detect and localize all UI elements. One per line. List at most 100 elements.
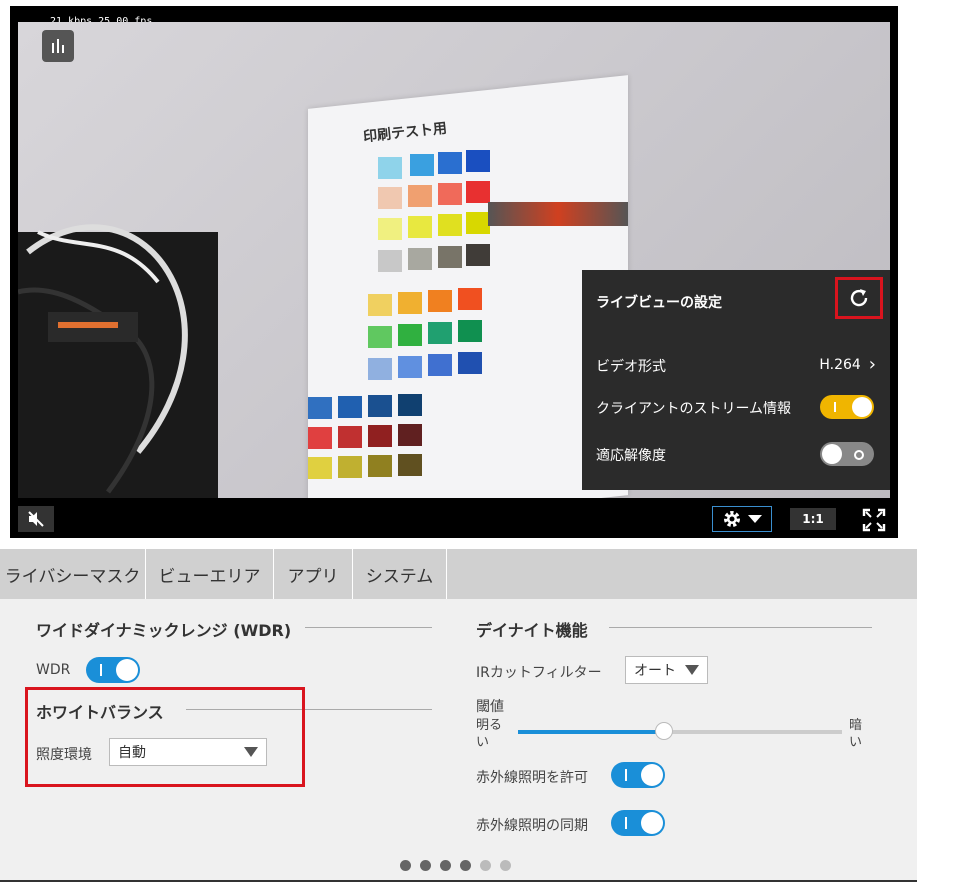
highlight-box (25, 687, 305, 787)
pagination-dot[interactable] (460, 860, 471, 871)
swatch (458, 288, 482, 310)
video-format-label: ビデオ形式 (596, 359, 666, 375)
toggle-knob (641, 812, 663, 834)
swatch (398, 292, 422, 314)
threshold-slider-handle[interactable] (654, 722, 673, 740)
ir-cut-filter-label: IRカットフィルター (476, 665, 602, 681)
toggle-on-mark (625, 817, 627, 829)
swatch (338, 426, 362, 448)
swatch (308, 427, 332, 449)
toggle-off-mark (854, 450, 864, 460)
toggle-on-mark (625, 769, 627, 781)
adaptive-resolution-label: 適応解像度 (596, 448, 666, 464)
pagination-dot[interactable] (400, 860, 411, 871)
dark-label-cont: い (849, 735, 863, 750)
swatch (428, 290, 452, 312)
toggle-knob (822, 444, 842, 464)
adaptive-resolution-toggle[interactable] (820, 442, 874, 466)
swatch (378, 218, 402, 240)
swatch (368, 358, 392, 380)
swatch (308, 457, 332, 479)
settings-button[interactable] (712, 506, 772, 532)
settings-tabs: ライバシーマスク ビューエリア アプリ システム (0, 549, 917, 599)
swatch (378, 187, 402, 209)
swatch (378, 250, 402, 272)
swatch (438, 246, 462, 268)
toggle-knob (641, 764, 663, 786)
pagination-dot[interactable] (480, 860, 491, 871)
swatch (398, 356, 422, 378)
mute-button[interactable] (18, 506, 54, 532)
swatch (428, 354, 452, 376)
muted-speaker-icon (28, 511, 44, 527)
refresh-icon (850, 289, 868, 307)
aspect-ratio-button[interactable]: 1:1 (790, 508, 836, 530)
pagination-dot[interactable] (500, 860, 511, 871)
stream-stats-button[interactable] (42, 30, 74, 62)
ir-sync-toggle[interactable] (611, 810, 665, 836)
pagination-dot[interactable] (420, 860, 431, 871)
wdr-toggle[interactable] (86, 657, 140, 683)
reset-button[interactable] (835, 277, 883, 319)
chevron-down-icon (748, 515, 762, 523)
toggle-on-mark (100, 664, 102, 676)
swatch (338, 396, 362, 418)
swatch (398, 324, 422, 346)
swatch (438, 152, 462, 174)
swatch (466, 212, 490, 234)
ir-cut-filter-value: オート (634, 663, 676, 679)
stream-info-toggle[interactable] (820, 395, 874, 419)
swatch (368, 395, 392, 417)
swatch (398, 454, 422, 476)
gear-icon (724, 511, 740, 527)
swatch (466, 150, 490, 172)
swatch (368, 425, 392, 447)
gradient-bar (488, 202, 628, 226)
toggle-knob (116, 659, 138, 681)
threshold-label: 閾値 (476, 699, 504, 715)
live-view-settings-panel: ライブビューの設定 ビデオ形式 H.264 › クライアントのストリーム情報 適… (582, 270, 890, 490)
swatch (378, 157, 402, 179)
toggle-on-mark (834, 402, 836, 412)
tab-system[interactable]: システム (353, 549, 447, 599)
video-format-value: H.264 (819, 356, 861, 373)
stream-info-label: クライアントのストリーム情報 (596, 401, 792, 417)
video-player: 21 kbps 25.00 fps 印刷テスト用 (10, 6, 898, 538)
swatch (428, 322, 452, 344)
swatch (458, 320, 482, 342)
tab-apps[interactable]: アプリ (274, 549, 353, 599)
swatch (458, 352, 482, 374)
fullscreen-icon[interactable] (862, 508, 886, 532)
swatch (398, 424, 422, 446)
swatch (308, 397, 332, 419)
ir-cut-filter-select[interactable]: オート (625, 656, 708, 684)
swatch (368, 294, 392, 316)
chevron-right-icon: › (868, 354, 876, 375)
player-controls: 1:1 (10, 504, 898, 538)
toggle-knob (852, 397, 872, 417)
ir-allow-toggle[interactable] (611, 762, 665, 788)
pagination-dot[interactable] (440, 860, 451, 871)
tab-privacy-mask[interactable]: ライバシーマスク (0, 549, 146, 599)
swatch (466, 244, 490, 266)
swatch (408, 185, 432, 207)
swatch (410, 154, 434, 176)
swatch (368, 455, 392, 477)
tab-view-area[interactable]: ビューエリア (146, 549, 274, 599)
swatch (408, 216, 432, 238)
video-format-selector[interactable]: H.264 › (819, 354, 876, 375)
threshold-slider-track[interactable] (518, 722, 842, 740)
swatch (368, 326, 392, 348)
threshold-slider-fill (518, 730, 664, 734)
swatch (438, 183, 462, 205)
bar-chart-icon (52, 39, 64, 53)
dropdown-arrow-icon (685, 665, 699, 675)
swatch (338, 456, 362, 478)
wdr-label: WDR (36, 662, 71, 678)
ir-sync-label: 赤外線照明の同期 (476, 818, 588, 834)
swatch (408, 248, 432, 270)
swatch (438, 214, 462, 236)
settings-title: ライブビューの設定 (596, 295, 722, 311)
day-night-section-title: デイナイト機能 (476, 621, 588, 640)
swatch (466, 181, 490, 203)
